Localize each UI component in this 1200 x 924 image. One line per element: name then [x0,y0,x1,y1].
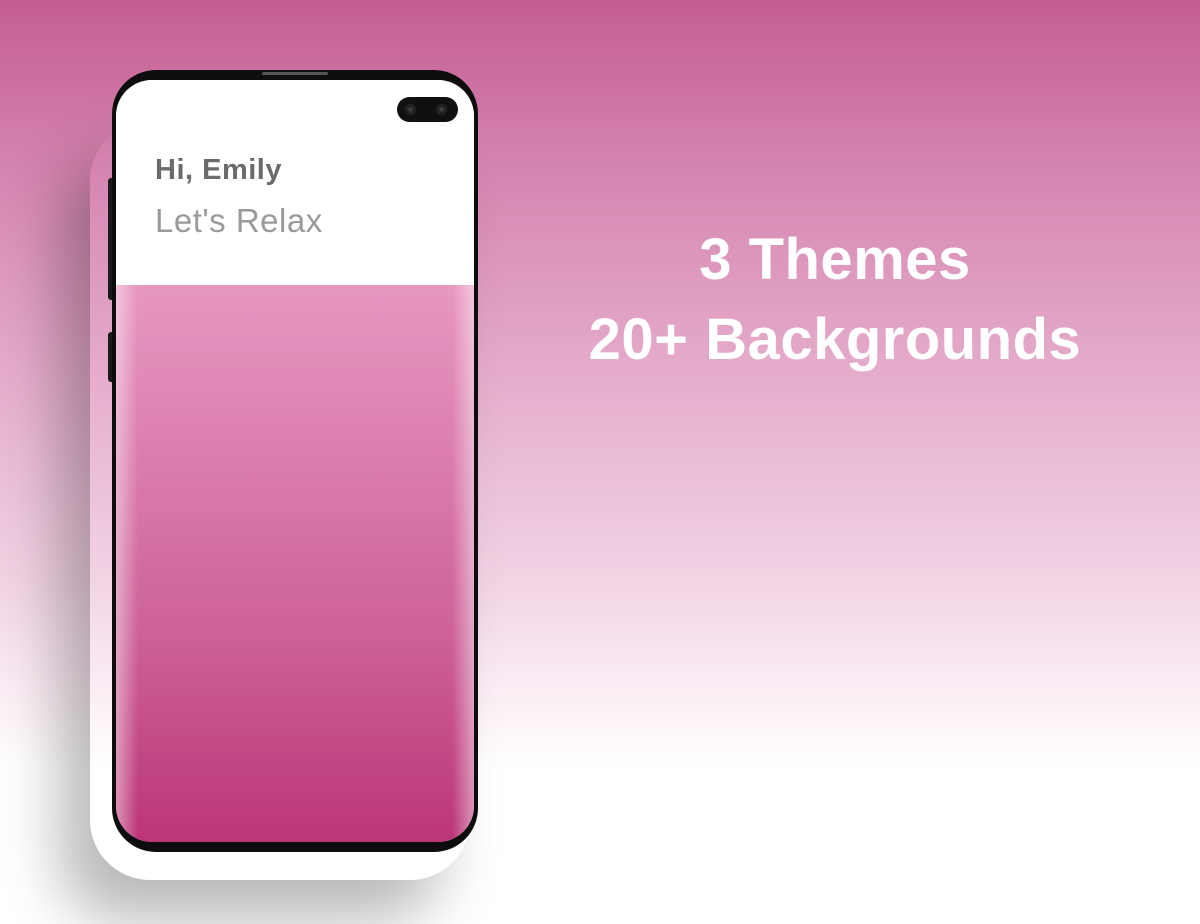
screen-curve-edge [452,285,474,842]
backgrounds-count-text: 20+ Backgrounds [588,307,1082,372]
camera-lens-icon [405,104,416,115]
screen-curve-edge [116,285,138,842]
speaker-grille [262,72,328,75]
camera-cutout-icon [397,97,458,122]
background-wallpaper[interactable] [116,285,474,842]
app-header: Hi, Emily Let's Relax [116,80,474,285]
greeting-title: Hi, Emily [155,154,282,186]
promo-headline: 3 Themes 20+ Backgrounds [560,220,1110,380]
camera-lens-icon [436,104,447,115]
relax-subtitle: Let's Relax [155,202,323,239]
themes-count-text: 3 Themes [699,227,971,292]
phone-screen: Hi, Emily Let's Relax [116,80,474,842]
